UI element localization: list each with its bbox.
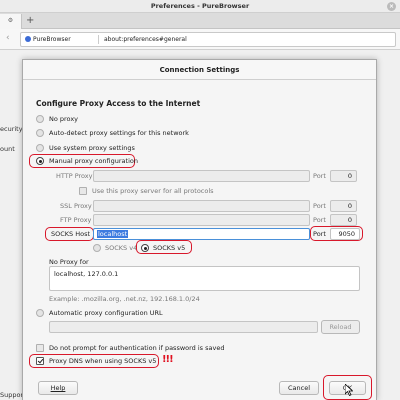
ftp-port-input[interactable]: 0 — [330, 214, 357, 226]
url-separator — [98, 35, 99, 44]
auto-config-url-label[interactable]: Automatic proxy configuration URL — [49, 309, 163, 317]
proxy-dns-checkbox[interactable] — [36, 357, 44, 365]
radio-auto-config-url[interactable] — [36, 309, 44, 317]
reload-button[interactable]: Reload — [321, 320, 360, 334]
window-title: Preferences - PureBrowser — [150, 2, 250, 10]
window-titlebar: Preferences - PureBrowser × — [0, 0, 400, 13]
new-tab-button[interactable]: + — [26, 14, 34, 28]
proxy-heading: Configure Proxy Access to the Internet — [36, 99, 201, 108]
connection-settings-dialog: Connection Settings Configure Proxy Acce… — [22, 59, 377, 400]
socks-v4-label[interactable]: SOCKS v4 — [105, 244, 137, 252]
http-proxy-input[interactable] — [93, 170, 310, 182]
radio-system-proxy[interactable] — [36, 144, 44, 152]
radio-manual-proxy-label[interactable]: Manual proxy configuration — [49, 157, 138, 165]
socks-host-input[interactable]: localhost — [93, 228, 310, 240]
socks-port-label: Port — [313, 230, 326, 238]
nav-bar: ‹ PureBrowser about:preferences#general — [0, 29, 400, 50]
sidebar-fragment-account: ount — [0, 145, 15, 153]
ftp-proxy-label: FTP Proxy — [60, 216, 92, 224]
use-for-all-label[interactable]: Use this proxy server for all protocols — [92, 187, 214, 195]
gear-icon: ⚙ — [7, 17, 14, 24]
radio-auto-detect-label[interactable]: Auto-detect proxy settings for this netw… — [49, 129, 189, 137]
http-proxy-label: HTTP Proxy — [56, 172, 93, 180]
sidebar-fragment-security: ecurity — [0, 125, 23, 133]
url-bar[interactable]: PureBrowser about:preferences#general — [20, 32, 396, 47]
window-close-icon[interactable]: × — [387, 2, 396, 11]
no-proxy-for-textarea[interactable]: localhost, 127.0.0.1 — [49, 266, 360, 291]
socks-v5-label[interactable]: SOCKS v5 — [153, 244, 185, 252]
no-proxy-for-value: localhost, 127.0.0.1 — [54, 270, 119, 278]
radio-system-proxy-label[interactable]: Use system proxy settings — [49, 144, 135, 152]
dialog-title: Connection Settings — [23, 60, 376, 80]
radio-socks-v5[interactable] — [141, 244, 149, 252]
http-port-input[interactable]: 0 — [330, 170, 357, 182]
socks-host-label: SOCKS Host — [51, 230, 91, 238]
use-for-all-checkbox[interactable] — [79, 187, 87, 195]
radio-socks-v4[interactable] — [93, 244, 101, 252]
ssl-proxy-label: SSL Proxy — [60, 202, 92, 210]
socks-port-input[interactable]: 9050 — [330, 228, 360, 240]
browser-logo-icon — [25, 36, 31, 42]
no-prompt-auth-checkbox[interactable] — [36, 344, 44, 352]
no-prompt-auth-label[interactable]: Do not prompt for authentication if pass… — [49, 344, 224, 352]
radio-auto-detect[interactable] — [36, 129, 44, 137]
tab-preferences[interactable]: ⚙ — [0, 14, 22, 29]
radio-no-proxy[interactable] — [36, 115, 44, 123]
ssl-port-label: Port — [313, 202, 326, 210]
radio-manual-proxy[interactable] — [36, 157, 44, 165]
http-port-label: Port — [313, 172, 326, 180]
radio-no-proxy-label[interactable]: No proxy — [49, 115, 78, 123]
annotation-exclamation: !!! — [162, 354, 174, 365]
ssl-proxy-input[interactable] — [93, 200, 310, 212]
url-text[interactable]: about:preferences#general — [104, 33, 187, 46]
cancel-button[interactable]: Cancel — [279, 381, 319, 395]
ftp-proxy-input[interactable] — [93, 214, 310, 226]
site-identity[interactable]: PureBrowser — [25, 33, 71, 46]
no-proxy-for-label: No Proxy for — [49, 258, 89, 266]
back-arrow-icon[interactable]: ‹ — [6, 33, 10, 43]
auto-config-url-input[interactable] — [49, 321, 318, 333]
ftp-port-label: Port — [313, 216, 326, 224]
proxy-dns-label[interactable]: Proxy DNS when using SOCKS v5 — [49, 357, 156, 365]
help-button[interactable]: Help — [38, 381, 78, 395]
help-label: Help — [50, 384, 66, 392]
mouse-cursor-icon — [345, 384, 353, 396]
socks-host-value: localhost — [97, 230, 129, 238]
no-proxy-example: Example: .mozilla.org, .net.nz, 192.168.… — [49, 295, 200, 303]
tab-bar: ⚙ + — [0, 13, 400, 29]
ssl-port-input[interactable]: 0 — [330, 200, 357, 212]
